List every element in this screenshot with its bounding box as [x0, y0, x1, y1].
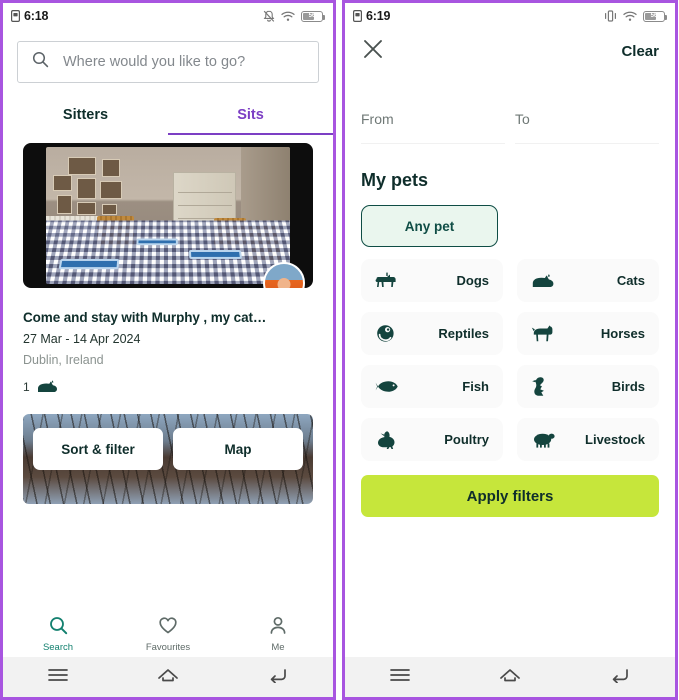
- battery-icon: 56: [643, 10, 667, 22]
- home-icon[interactable]: [498, 667, 522, 688]
- pet-label-dogs: Dogs: [456, 273, 490, 288]
- date-from-label: From: [361, 111, 394, 127]
- pet-label-fish: Fish: [462, 379, 489, 394]
- sim-card-icon: [11, 10, 20, 22]
- battery-level: 56: [650, 13, 658, 19]
- pet-count-value: 1: [23, 380, 30, 394]
- date-to-field[interactable]: To: [515, 111, 659, 144]
- filter-header: Clear: [345, 29, 675, 73]
- back-icon[interactable]: [267, 667, 289, 688]
- pet-type-grid: Dogs Cats Reptiles Horses Fish Birds Pou…: [345, 247, 675, 461]
- pet-option-dogs[interactable]: Dogs: [361, 259, 503, 302]
- search-icon: [32, 51, 49, 73]
- sort-filter-button[interactable]: Sort & filter: [33, 428, 163, 470]
- filter-panel: Clear From To My pets Any pet Dogs Cats …: [345, 29, 675, 657]
- left-phone-screen: 6:18 56 Where would you like to go? Sitt…: [0, 0, 336, 700]
- any-pet-chip[interactable]: Any pet: [361, 205, 498, 247]
- my-pets-heading: My pets: [361, 170, 429, 190]
- listing-title: Come and stay with Murphy , my cat…: [23, 310, 267, 325]
- wifi-icon: [623, 11, 637, 22]
- nav-item-search[interactable]: Search: [3, 616, 113, 653]
- reptile-icon: [375, 324, 397, 343]
- system-navigation-right: [345, 657, 675, 697]
- date-to-label: To: [515, 111, 530, 127]
- cat-icon: [36, 378, 58, 396]
- pet-option-horses[interactable]: Horses: [517, 312, 659, 355]
- heart-icon: [158, 616, 178, 640]
- right-phone-screen: 6:19 56 Clear From To My pets Any pet Do…: [342, 0, 678, 700]
- secondary-listing-photo[interactable]: Sort & filter Map: [23, 414, 313, 504]
- sim-card-icon: [353, 10, 362, 22]
- listing-pet-count: 1: [23, 378, 313, 396]
- menu-icon[interactable]: [47, 667, 69, 688]
- nav-item-favourites[interactable]: Favourites: [113, 616, 223, 653]
- close-icon[interactable]: [361, 37, 385, 66]
- bird-icon: [531, 376, 549, 397]
- any-pet-chip-wrap: Any pet: [345, 191, 675, 247]
- status-time: 6:19: [366, 9, 391, 23]
- pet-option-reptiles[interactable]: Reptiles: [361, 312, 503, 355]
- apply-filters-button[interactable]: Apply filters: [361, 475, 659, 517]
- pet-label-birds: Birds: [611, 379, 645, 394]
- date-from-field[interactable]: From: [361, 111, 505, 144]
- fish-icon: [375, 380, 401, 393]
- menu-icon[interactable]: [389, 667, 411, 688]
- vibrate-icon: [604, 10, 617, 22]
- status-time: 6:18: [24, 9, 49, 23]
- horse-icon: [531, 324, 555, 343]
- notifications-off-icon: [263, 10, 275, 23]
- pet-label-poultry: Poultry: [444, 432, 489, 447]
- poultry-icon: [375, 430, 397, 449]
- listing-dates: 27 Mar - 14 Apr 2024: [23, 332, 141, 346]
- pet-label-cats: Cats: [616, 273, 645, 288]
- home-icon[interactable]: [156, 667, 180, 688]
- map-button[interactable]: Map: [173, 428, 303, 470]
- pet-option-livestock[interactable]: Livestock: [517, 418, 659, 461]
- search-section: Where would you like to go?: [3, 29, 333, 83]
- pet-label-horses: Horses: [600, 326, 645, 341]
- back-icon[interactable]: [609, 667, 631, 688]
- wifi-icon: [281, 11, 295, 22]
- listing-scroll-area[interactable]: Come and stay with Murphy , my cat… 27 M…: [3, 135, 333, 611]
- system-navigation-left: [3, 657, 333, 697]
- nav-label-search: Search: [42, 641, 74, 653]
- person-icon: [269, 616, 287, 640]
- livestock-icon: [531, 431, 555, 448]
- tab-bar: Sitters Sits: [3, 97, 333, 135]
- date-range-row: From To: [345, 73, 675, 144]
- listing-meta: Come and stay with Murphy , my cat… 27 M…: [23, 288, 313, 396]
- nav-label-favourites: Favourites: [145, 641, 191, 653]
- tab-sits[interactable]: Sits: [168, 97, 333, 135]
- search-input[interactable]: Where would you like to go?: [17, 41, 319, 83]
- clear-button[interactable]: Clear: [621, 43, 659, 60]
- table-decoration: [46, 220, 290, 284]
- dog-icon: [375, 272, 399, 289]
- listing-card[interactable]: Come and stay with Murphy , my cat… 27 M…: [3, 135, 333, 396]
- nav-item-me[interactable]: Me: [223, 616, 333, 653]
- status-bar-right: 6:19 56: [345, 3, 675, 29]
- nav-label-me: Me: [271, 641, 285, 653]
- bottom-navigation-left: Search Favourites Me: [3, 611, 333, 657]
- listing-location: Dublin, Ireland: [23, 353, 104, 367]
- listing-photo[interactable]: [23, 143, 313, 288]
- battery-icon: 56: [301, 10, 325, 22]
- pet-option-birds[interactable]: Birds: [517, 365, 659, 408]
- status-bar-left: 6:18 56: [3, 3, 333, 29]
- battery-level: 56: [308, 13, 316, 19]
- tab-sitters[interactable]: Sitters: [3, 97, 168, 135]
- search-placeholder: Where would you like to go?: [63, 54, 246, 70]
- pet-label-livestock: Livestock: [585, 432, 645, 447]
- pet-option-cats[interactable]: Cats: [517, 259, 659, 302]
- apply-filters-wrap: Apply filters: [345, 461, 675, 517]
- search-icon: [49, 616, 68, 640]
- pet-option-poultry[interactable]: Poultry: [361, 418, 503, 461]
- cat-icon: [531, 272, 555, 289]
- pet-label-reptiles: Reptiles: [438, 326, 489, 341]
- floating-action-row: Sort & filter Map: [33, 428, 303, 470]
- pet-option-fish[interactable]: Fish: [361, 365, 503, 408]
